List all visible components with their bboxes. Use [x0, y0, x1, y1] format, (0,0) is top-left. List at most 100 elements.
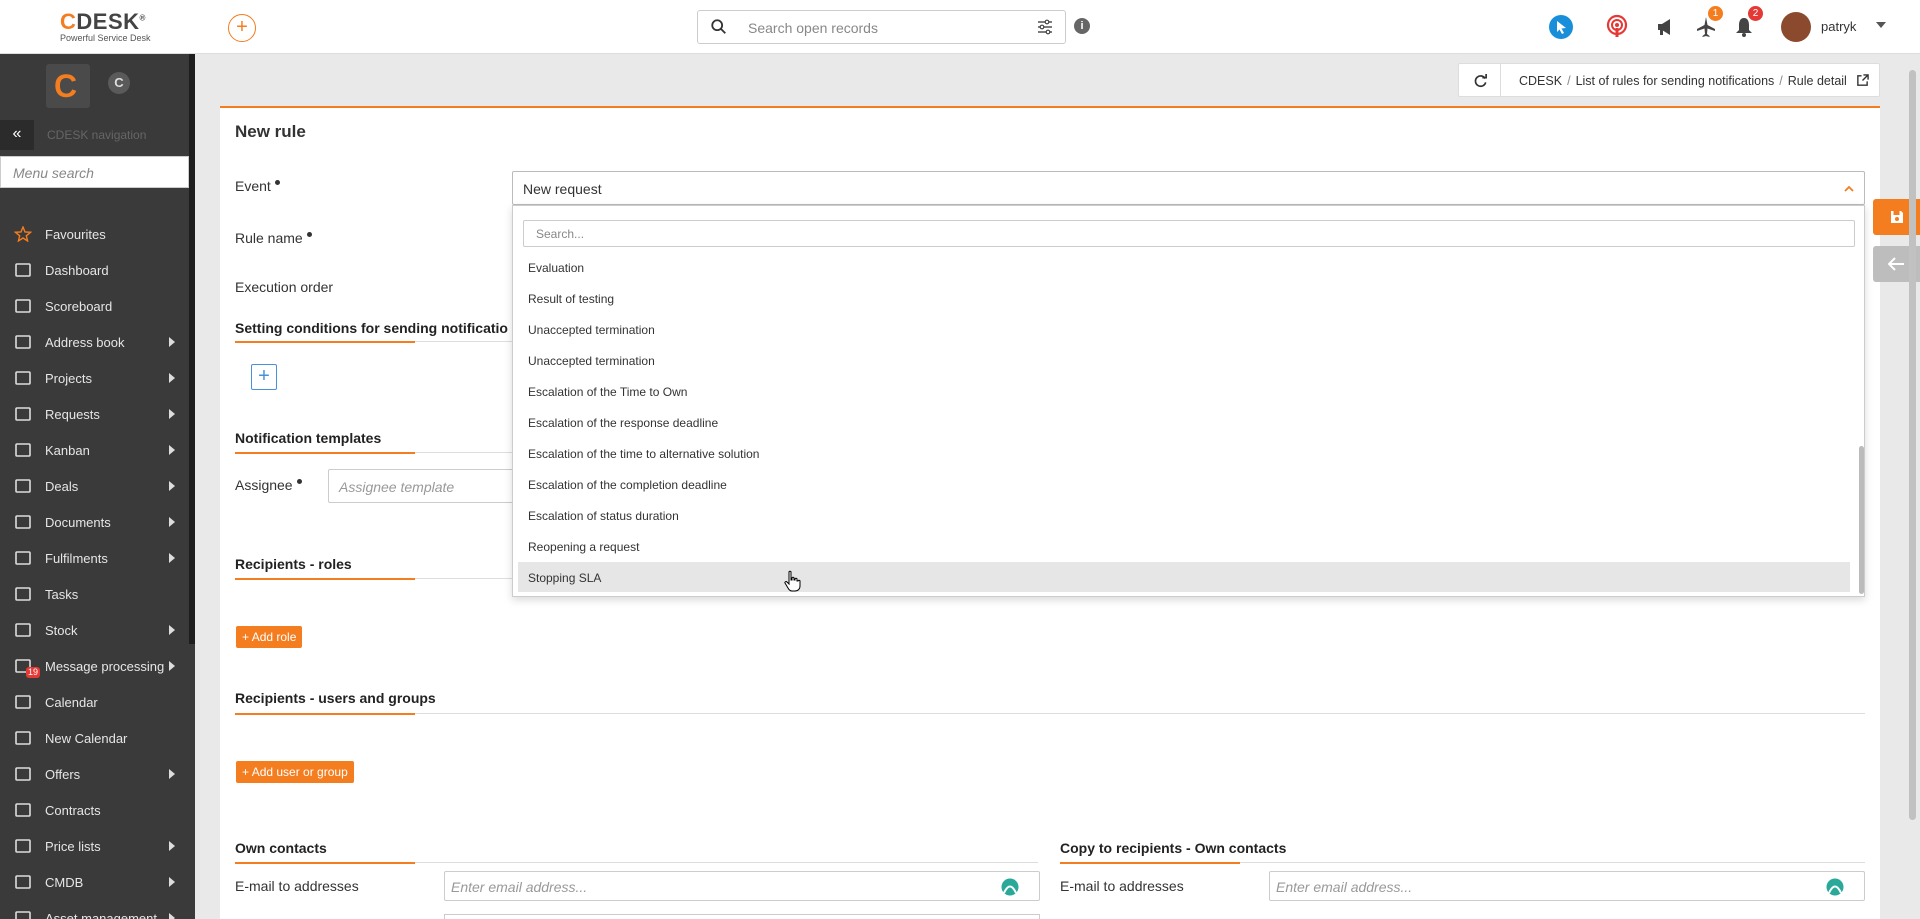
expand-arrow-icon[interactable]	[169, 661, 175, 671]
sidebar-item-tasks[interactable]: Tasks	[0, 576, 189, 612]
expand-arrow-icon[interactable]	[169, 625, 175, 635]
required-marker	[306, 232, 312, 237]
sidebar-item-badge: 19	[26, 667, 41, 678]
rule-name-label-text: Rule name	[235, 230, 303, 246]
sidebar-item-label: Address book	[45, 335, 125, 350]
expand-arrow-icon[interactable]	[169, 373, 175, 383]
expand-arrow-icon[interactable]	[169, 517, 175, 527]
dropdown-option[interactable]: Unaccepted termination	[518, 345, 1850, 375]
dropdown-option[interactable]: Stopping SLA	[518, 562, 1850, 592]
dropdown-option[interactable]: Evaluation	[518, 252, 1850, 282]
sidebar-item-favourites[interactable]: Favourites	[0, 216, 189, 252]
copy-email-input[interactable]: Enter email address...	[1269, 871, 1865, 901]
sidebar-item-stock[interactable]: Stock	[0, 612, 189, 648]
add-user-or-group-button[interactable]: + Add user or group	[236, 761, 354, 783]
expand-arrow-icon[interactable]	[169, 445, 175, 455]
dropdown-scrollbar[interactable]	[1859, 446, 1864, 594]
sidebar-item-label: Stock	[45, 623, 78, 638]
sidebar-item-deals[interactable]: Deals	[0, 468, 189, 504]
add-user-label: Add user or group	[251, 765, 348, 779]
global-search-placeholder: Search open records	[748, 20, 878, 36]
refresh-button[interactable]	[1459, 64, 1501, 96]
dropdown-option[interactable]: Reopening a request	[518, 531, 1850, 561]
dropdown-option[interactable]: Result of testing	[518, 283, 1850, 313]
dropdown-option[interactable]: Escalation of the completion deadline	[518, 469, 1850, 499]
dropdown-option[interactable]: Escalation of status duration	[518, 500, 1850, 530]
expand-arrow-icon[interactable]	[169, 481, 175, 491]
cursor-mode-icon[interactable]	[1548, 14, 1574, 40]
dropdown-option[interactable]: Unaccepted termination	[518, 314, 1850, 344]
sidebar-item-offers[interactable]: Offers	[0, 756, 189, 792]
filter-sliders-icon[interactable]	[1037, 19, 1053, 35]
contact-lookup-icon[interactable]	[1826, 878, 1844, 896]
app-logo[interactable]: CDESK® Powerful Service Desk	[60, 9, 170, 43]
sidebar-item-dashboard[interactable]: Dashboard	[0, 252, 189, 288]
dropdown-option[interactable]: Escalation of the Time to Own	[518, 376, 1850, 406]
save-icon	[1891, 211, 1903, 223]
roles-heading: Recipients - roles	[235, 556, 352, 572]
megaphone-icon[interactable]	[1653, 14, 1679, 40]
add-condition-button[interactable]: +	[251, 364, 277, 390]
breadcrumb-rules-list[interactable]: List of rules for sending notifications	[1576, 74, 1775, 88]
sidebar-item-label: Contracts	[45, 803, 101, 818]
sidebar-item-address-book[interactable]: Address book	[0, 324, 189, 360]
user-avatar[interactable]	[1781, 12, 1811, 42]
add-role-button[interactable]: + Add role	[236, 626, 303, 648]
user-menu-caret-icon[interactable]	[1876, 22, 1886, 28]
external-link-icon[interactable]	[1856, 74, 1869, 87]
user-name[interactable]: patryk	[1821, 19, 1856, 34]
sidebar-item-projects[interactable]: Projects	[0, 360, 189, 396]
expand-arrow-icon[interactable]	[169, 769, 175, 779]
add-new-button[interactable]: +	[228, 14, 256, 42]
mouse-pointer-icon	[784, 570, 801, 592]
expand-arrow-icon[interactable]	[169, 553, 175, 563]
expand-arrow-icon[interactable]	[169, 877, 175, 887]
menu-search-input[interactable]: Menu search	[0, 156, 189, 188]
sidebar-item-requests[interactable]: Requests	[0, 396, 189, 432]
sidebar-item-calendar[interactable]: Calendar	[0, 684, 189, 720]
sidebar-logo[interactable]: C	[46, 64, 90, 108]
sidebar-item-message-processing[interactable]: Message processing 19	[0, 648, 189, 684]
sidebar-item-fulfilments[interactable]: Fulfilments	[0, 540, 189, 576]
event-label: Event	[235, 178, 280, 194]
search-icon	[711, 19, 726, 34]
expand-arrow-icon[interactable]	[169, 913, 175, 919]
expand-arrow-icon[interactable]	[169, 841, 175, 851]
menu-search-placeholder: Menu search	[13, 165, 94, 181]
event-select[interactable]: New request	[512, 171, 1865, 205]
sidebar-item-kanban[interactable]: Kanban	[0, 432, 189, 468]
sidebar-item-new-calendar[interactable]: New Calendar	[0, 720, 189, 756]
sidebar-item-contracts[interactable]: Contracts	[0, 792, 189, 828]
sidebar-item-label: Kanban	[45, 443, 90, 458]
page-scrollbar[interactable]	[1909, 70, 1916, 820]
sidebar-item-cmdb[interactable]: CMDB	[0, 864, 189, 900]
chevron-up-icon	[1844, 185, 1854, 192]
dropdown-option-label: Stopping SLA	[528, 571, 602, 585]
sidebar-secondary-logo[interactable]: C	[108, 72, 130, 94]
podcast-icon[interactable]	[1604, 14, 1630, 40]
users-divider	[235, 713, 1865, 715]
assignee-label-text: Assignee	[235, 477, 293, 493]
collapse-sidebar-icon[interactable]: «	[0, 120, 34, 150]
sidebar-scrollbar[interactable]	[189, 54, 195, 644]
own-email-input[interactable]: Enter email address...	[444, 871, 1040, 901]
user-icon	[15, 335, 31, 349]
dropdown-option[interactable]: Escalation of the time to alternative so…	[518, 438, 1850, 468]
event-label-text: Event	[235, 178, 271, 194]
breadcrumb-cdesk[interactable]: CDESK	[1519, 74, 1562, 88]
sidebar-item-label: Price lists	[45, 839, 101, 854]
sidebar-item-price-lists[interactable]: Price lists	[0, 828, 189, 864]
global-search[interactable]: Search open records	[697, 10, 1066, 44]
contact-lookup-icon[interactable]	[1001, 878, 1019, 896]
sidebar-item-documents[interactable]: Documents	[0, 504, 189, 540]
expand-arrow-icon[interactable]	[169, 409, 175, 419]
dropdown-option[interactable]: Escalation of the response deadline	[518, 407, 1850, 437]
sidebar-item-scoreboard[interactable]: Scoreboard	[0, 288, 189, 324]
assignee-template-select[interactable]: Assignee template	[328, 469, 518, 503]
brand-tagline: Powerful Service Desk	[60, 33, 151, 43]
sidebar-item-asset-management[interactable]: Asset management	[0, 900, 189, 919]
box-icon	[15, 623, 31, 637]
dropdown-search-input[interactable]: Search...	[523, 220, 1855, 247]
expand-arrow-icon[interactable]	[169, 337, 175, 347]
info-icon[interactable]: i	[1074, 18, 1090, 34]
